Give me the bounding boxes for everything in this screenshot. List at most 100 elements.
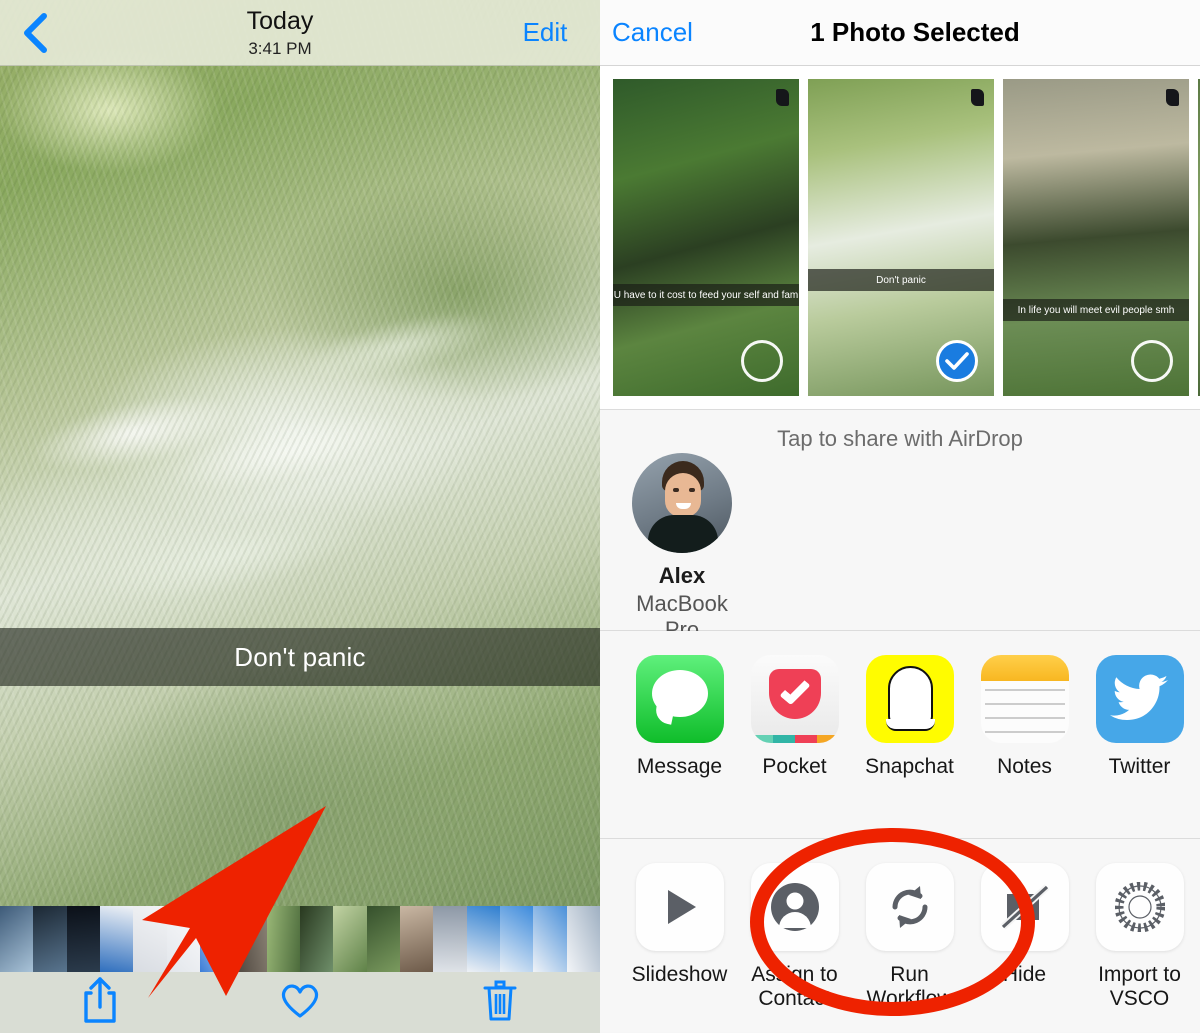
action-label: Slideshow <box>631 963 728 986</box>
photo-caption: Don't panic <box>0 628 600 686</box>
avatar-eye-right <box>689 488 695 492</box>
heart-icon <box>278 980 322 1025</box>
action-slideshow[interactable]: Slideshow <box>622 863 737 1011</box>
app-label: Pocket <box>762 755 827 778</box>
select-circle-icon[interactable] <box>741 340 783 382</box>
person-circle-icon <box>750 863 839 951</box>
action-assign-to-contact[interactable]: Assign to Contact <box>737 863 852 1011</box>
edit-button[interactable]: Edit <box>490 17 600 48</box>
thumb-caption-text: U have to it cost to feed your self and … <box>613 289 799 301</box>
share-thumb-3[interactable]: In life you will meet evil people smh <box>1003 79 1189 396</box>
avatar-shirt <box>648 515 718 553</box>
airdrop-contact[interactable]: Alex MacBook Pro <box>622 453 742 643</box>
action-run-workflow[interactable]: Run Workflow <box>852 863 967 1011</box>
film-thumb-14[interactable] <box>433 906 467 972</box>
notes-line <box>984 689 1065 691</box>
avatar <box>632 453 732 553</box>
notes-line <box>984 731 1065 733</box>
film-thumb-16[interactable] <box>499 906 534 972</box>
share-apps-list: Message Pocket Snapchat Notes Twitter <box>600 631 1200 779</box>
share-actions-list: Slideshow Assign to Contact Run Workflow Hi… <box>600 839 1200 1011</box>
play-icon <box>635 863 724 951</box>
film-thumb-9[interactable] <box>266 906 300 972</box>
action-label: Assign to Contact <box>751 963 838 1011</box>
share-sheet-title: 1 Photo Selected <box>810 17 1020 47</box>
film-thumb-4[interactable] <box>99 906 134 972</box>
photo-date: Today <box>246 6 314 35</box>
photo-toolbar <box>0 972 600 1033</box>
cancel-button[interactable]: Cancel <box>600 17 740 48</box>
film-thumb-8[interactable] <box>233 906 267 972</box>
film-thumb-13[interactable] <box>399 906 434 972</box>
select-circle-icon[interactable] <box>1131 340 1173 382</box>
share-actions-row: Slideshow Assign to Contact Run Workflow Hi… <box>600 839 1200 1032</box>
film-thumb-7[interactable] <box>199 906 234 972</box>
trash-icon <box>481 978 519 1027</box>
thumb-caption-text: Don't panic <box>876 274 926 286</box>
delete-button[interactable] <box>400 978 600 1027</box>
bubble-tail <box>653 705 674 725</box>
photo-time: 3:41 PM <box>248 38 312 58</box>
thumb-corner-marker <box>971 89 984 106</box>
share-sheet-header: Cancel 1 Photo Selected <box>600 0 1200 66</box>
photo-viewer-pane: Don't panic Today 3:41 PM Edit <box>0 0 600 1033</box>
app-twitter[interactable]: Twitter <box>1082 655 1197 779</box>
app-snapchat[interactable]: Snapchat <box>852 655 967 779</box>
screenshot-root: Don't panic Today 3:41 PM Edit Cancel 1 … <box>0 0 1200 1033</box>
photo-date-block: Today 3:41 PM <box>70 6 490 58</box>
airdrop-person-name: Alex <box>658 563 706 588</box>
thumb-caption: Don't panic <box>808 269 994 291</box>
thumb-caption: U have to it cost to feed your self and … <box>613 284 799 306</box>
notes-header-band <box>980 655 1069 681</box>
action-import-to-vsco[interactable]: Import to VSCO <box>1082 863 1197 1011</box>
thumb-corner-marker <box>776 89 789 106</box>
app-message[interactable]: Message <box>622 655 737 779</box>
vsco-ring-icon <box>1095 863 1184 951</box>
share-apps-row: Message Pocket Snapchat Notes Twitter <box>600 631 1200 839</box>
film-thumb-12[interactable] <box>366 906 400 972</box>
action-label: Run Workflow <box>866 963 953 1011</box>
share-icon <box>80 976 120 1029</box>
avatar-eye-left <box>673 488 679 492</box>
airdrop-hint: Tap to share with AirDrop <box>777 426 1023 451</box>
film-thumb-6[interactable] <box>166 906 200 972</box>
selected-photos-strip[interactable]: U have to it cost to feed your self and … <box>600 66 1200 410</box>
app-label: Message <box>636 755 723 778</box>
favorite-button[interactable] <box>200 980 400 1025</box>
photo-grass-texture <box>0 0 600 1033</box>
avatar-face <box>665 473 701 517</box>
snapchat-ghost-icon <box>865 655 954 743</box>
film-thumb-1[interactable] <box>0 906 34 972</box>
photo-viewer-header: Today 3:41 PM Edit <box>0 0 600 66</box>
app-label: Twitter <box>1108 755 1171 778</box>
notes-line <box>984 717 1065 719</box>
photo-image[interactable] <box>0 0 600 1033</box>
selected-check-icon[interactable] <box>936 340 978 382</box>
share-sheet-pane: Cancel 1 Photo Selected U have to it cos… <box>600 0 1200 1033</box>
pocket-icon <box>750 655 839 743</box>
refresh-loop-icon <box>865 863 954 951</box>
app-notes[interactable]: Notes <box>967 655 1082 779</box>
share-thumb-2[interactable]: Don't panic <box>808 79 994 396</box>
pocket-stripes <box>750 735 839 743</box>
film-thumb-2[interactable] <box>33 906 67 972</box>
share-button[interactable] <box>0 976 200 1029</box>
film-thumb-11[interactable] <box>333 906 367 972</box>
film-thumb-10[interactable] <box>299 906 334 972</box>
filmstrip[interactable] <box>0 906 600 972</box>
film-thumb-5[interactable] <box>133 906 167 972</box>
airdrop-section: Tap to share with AirDrop Alex MacBook P… <box>600 410 1200 642</box>
notes-icon <box>980 655 1069 743</box>
thumb-caption-text: In life you will meet evil people smh <box>1017 304 1175 316</box>
notes-line <box>984 703 1065 705</box>
film-thumb-3[interactable] <box>66 906 100 972</box>
message-bubble-icon <box>635 655 724 743</box>
film-thumb-15[interactable] <box>466 906 500 972</box>
film-thumb-18[interactable] <box>566 906 600 972</box>
action-hide[interactable]: Hide <box>967 863 1082 1011</box>
back-button[interactable] <box>0 0 70 66</box>
film-thumb-17[interactable] <box>533 906 567 972</box>
app-pocket[interactable]: Pocket <box>737 655 852 779</box>
chevron-left-icon <box>22 12 48 54</box>
share-thumb-1[interactable]: U have to it cost to feed your self and … <box>613 79 799 396</box>
